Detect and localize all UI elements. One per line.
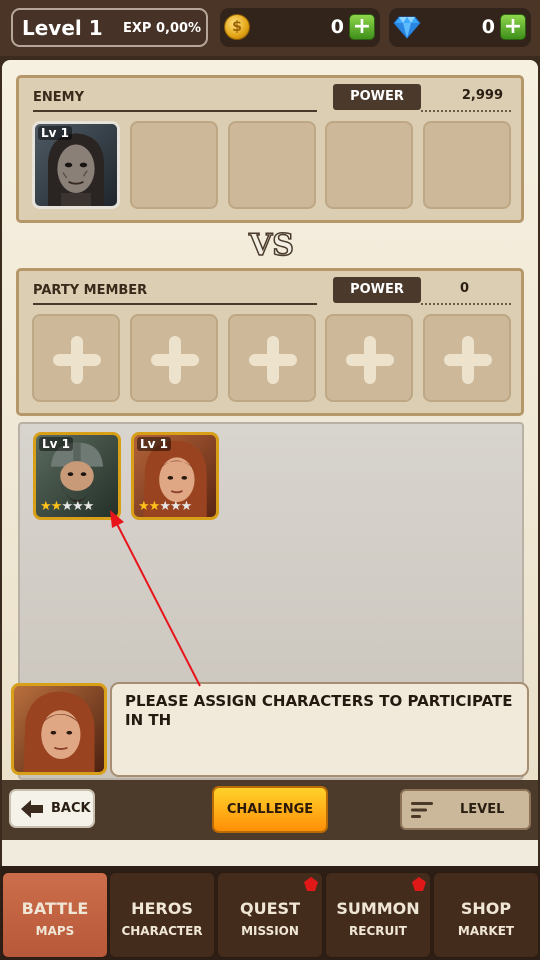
nav-summon[interactable]: SUMMON RECRUIT xyxy=(325,872,431,958)
nav-quest-label: QUEST xyxy=(240,899,300,918)
plus-icon xyxy=(71,336,83,384)
exp-percentage: EXP 0,00% xyxy=(123,21,202,36)
star-rating: ★★★★★ xyxy=(138,499,193,514)
nav-shop-sublabel: MARKET xyxy=(457,924,515,938)
divider xyxy=(33,303,317,305)
party-power-label: POWER xyxy=(333,277,421,303)
plus-icon xyxy=(364,336,376,384)
nav-shop[interactable]: SHOP MARKET xyxy=(433,872,539,958)
player-level: Level 1 xyxy=(22,16,103,40)
gem-counter: 0 + xyxy=(389,8,531,47)
hooded-woman-face-icon xyxy=(23,691,95,772)
plus-icon xyxy=(462,336,474,384)
star-icon: ★ xyxy=(159,499,171,514)
gem-value: 0 xyxy=(481,16,495,38)
gold-value: 0 xyxy=(330,16,344,38)
star-icon: ★ xyxy=(71,499,84,514)
back-button[interactable]: BACK xyxy=(9,789,95,828)
party-slot-add[interactable] xyxy=(325,314,413,402)
party-slot-add[interactable] xyxy=(32,314,120,402)
enemy-slot-empty xyxy=(228,121,316,209)
gold-counter: $ 0 + xyxy=(220,8,380,47)
divider xyxy=(421,303,511,305)
party-slot-add[interactable] xyxy=(228,314,316,402)
hero-level-tag: Lv 1 xyxy=(137,437,171,451)
party-slot-add[interactable] xyxy=(423,314,511,402)
nav-summon-label: SUMMON xyxy=(336,899,420,918)
hero-card-huntress[interactable]: Lv 1 ★★★★★ xyxy=(131,432,219,520)
nav-battle-sublabel: MAPS xyxy=(35,924,75,938)
back-label: BACK xyxy=(51,801,91,816)
hero-level-tag: Lv 1 xyxy=(39,437,73,451)
nav-heros-label: HEROS xyxy=(131,899,193,918)
star-icon: ★ xyxy=(180,499,193,514)
nav-shop-label: SHOP xyxy=(460,899,512,918)
nav-quest[interactable]: QUEST MISSION xyxy=(217,872,323,958)
star-icon: ★ xyxy=(138,499,150,514)
add-gold-button[interactable]: + xyxy=(349,14,375,40)
battle-setup-panel: ENEMY POWER 2,999 Lv 1 VS PARTY MEMBER P… xyxy=(2,60,538,780)
diamond-icon xyxy=(393,16,421,39)
enemy-title: ENEMY xyxy=(33,90,84,105)
sort-lines-icon xyxy=(411,802,433,818)
tutorial-dialog[interactable]: PLEASE ASSIGN CHARACTERS TO PARTICIPATE … xyxy=(110,682,529,777)
star-icon: ★ xyxy=(40,499,52,514)
enemy-portrait[interactable]: Lv 1 xyxy=(32,121,120,209)
add-gem-button[interactable]: + xyxy=(500,14,526,40)
versus-label: VS xyxy=(248,227,294,264)
enemy-power-value: 2,999 xyxy=(461,88,503,103)
hero-card-dwarf[interactable]: Lv 1 ★★★★★ xyxy=(33,432,121,520)
level-sort-button[interactable]: LEVEL xyxy=(400,789,531,830)
enemy-slot-empty xyxy=(325,121,413,209)
nav-battle-label: BATTLE xyxy=(21,899,89,918)
bottom-navigation: BATTLE MAPS HEROS CHARACTER QUEST MISSIO… xyxy=(0,866,540,960)
notification-badge-icon xyxy=(304,877,318,891)
top-bar: Level 1 EXP 0,00% $ 0 + 0 + xyxy=(0,0,540,56)
level-sort-label: LEVEL xyxy=(460,802,505,817)
party-power-value: 0 xyxy=(459,281,469,296)
star-icon: ★ xyxy=(82,499,95,514)
enemy-slot-empty xyxy=(423,121,511,209)
player-level-pill[interactable]: Level 1 EXP 0,00% xyxy=(11,8,208,47)
nav-heros-sublabel: CHARACTER xyxy=(121,924,203,938)
enemy-slot-empty xyxy=(130,121,218,209)
star-icon: ★ xyxy=(148,499,161,514)
divider xyxy=(2,840,538,866)
star-icon: ★ xyxy=(169,499,182,514)
star-icon: ★ xyxy=(50,499,63,514)
plus-icon xyxy=(267,336,279,384)
enemy-power-label: POWER xyxy=(333,84,421,110)
divider xyxy=(421,110,511,112)
coin-icon: $ xyxy=(224,14,250,40)
star-rating: ★★★★★ xyxy=(40,499,95,514)
nav-heros[interactable]: HEROS CHARACTER xyxy=(109,872,215,958)
action-bar: BACK CHALLENGE LEVEL xyxy=(2,780,538,840)
notification-badge-icon xyxy=(412,877,426,891)
enemy-level-tag: Lv 1 xyxy=(38,126,72,140)
nav-battle[interactable]: BATTLE MAPS xyxy=(2,872,108,958)
dialog-text: PLEASE ASSIGN CHARACTERS TO PARTICIPATE … xyxy=(125,692,513,729)
nav-summon-sublabel: RECRUIT xyxy=(349,924,407,938)
nav-quest-sublabel: MISSION xyxy=(241,924,299,938)
plus-icon xyxy=(169,336,181,384)
enemy-team-box: ENEMY POWER 2,999 Lv 1 xyxy=(16,75,524,223)
party-slot-add[interactable] xyxy=(130,314,218,402)
challenge-button[interactable]: CHALLENGE xyxy=(212,786,328,833)
divider xyxy=(33,110,317,112)
dialog-speaker-portrait xyxy=(11,683,107,775)
party-title: PARTY MEMBER xyxy=(33,283,148,298)
back-arrow-icon xyxy=(21,800,43,818)
party-team-box: PARTY MEMBER POWER 0 xyxy=(16,268,524,416)
star-icon: ★ xyxy=(61,499,73,514)
